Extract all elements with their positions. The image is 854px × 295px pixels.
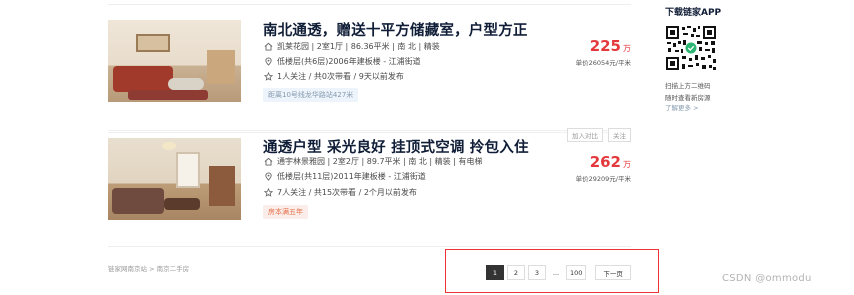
watermark: CSDN @ommodu [722, 273, 812, 284]
community-text[interactable]: 凯莱花园 | 2室1厅 | 86.36平米 | 南 北 | 精装 [277, 41, 440, 52]
follow-text: 1人关注 / 共0次带看 / 9天以前发布 [277, 72, 404, 81]
listing-photo[interactable] [108, 138, 241, 220]
follow-text: 7人关注 / 共15次带看 / 2个月以前发布 [277, 188, 417, 197]
qr-hint-text-2: 随时查看新房源 [665, 94, 711, 102]
listing-title[interactable]: 南北通透，赠送十平方储藏室，户型方正 [263, 19, 528, 40]
star-icon [263, 188, 273, 198]
location-icon [263, 57, 273, 67]
community-line: 通宇林景雅园 | 2室2厅 | 89.7平米 | 南 北 | 精装 | 有电梯 [263, 156, 482, 167]
subway-tag: 距离10号线龙华路站427米 [263, 88, 359, 102]
top-divider [108, 4, 631, 5]
unit-price: 单价29209元/平米 [575, 175, 631, 183]
tax-tag: 房本满五年 [263, 205, 308, 219]
breadcrumb[interactable]: 链家网南京站 > 南京二手房 [108, 263, 189, 273]
home-icon [263, 42, 273, 52]
listing-actions: 加入对比 关注 [567, 128, 631, 142]
qr-code-icon [665, 25, 717, 71]
page-3-button[interactable]: 3 [528, 265, 546, 280]
community-line: 凯莱花园 | 2室1厅 | 86.36平米 | 南 北 | 精装 [263, 41, 440, 52]
next-page-button[interactable]: 下一页 [595, 265, 631, 280]
page-2-button[interactable]: 2 [507, 265, 525, 280]
listing-item: 加入对比 关注 通透户型 采光良好 挂顶式空调 拎包入住 通宇林景雅园 | 2室… [108, 128, 631, 235]
page-1-button[interactable]: 1 [486, 265, 504, 280]
floor-text[interactable]: 低楼层(共6层)2006年建板楼 - 江浦街道 [277, 56, 421, 67]
price-unit: 万 [623, 44, 631, 53]
floor-line: 低楼层(共11层)2011年建板楼 - 江浦街道 [263, 171, 426, 182]
follow-line: 7人关注 / 共15次带看 / 2个月以前发布 [263, 187, 417, 198]
listing-title[interactable]: 通透户型 采光良好 挂顶式空调 拎包入住 [263, 136, 529, 157]
location-icon [263, 172, 273, 182]
app-download-title: 下载链家APP [665, 8, 722, 18]
follow-line: 1人关注 / 共0次带看 / 9天以前发布 [263, 71, 404, 82]
page-ellipsis: ... [549, 265, 563, 280]
total-price: 262 万 [590, 152, 631, 171]
bottom-divider [108, 246, 631, 247]
page-last-button[interactable]: 100 [566, 265, 587, 280]
price-unit: 万 [623, 160, 631, 169]
home-icon [263, 157, 273, 167]
price-value: 225 [589, 37, 621, 55]
listing-item: 南北通透，赠送十平方储藏室，户型方正 凯莱花园 | 2室1厅 | 86.36平米… [108, 18, 631, 131]
floor-text[interactable]: 低楼层(共11层)2011年建板楼 - 江浦街道 [277, 171, 426, 182]
pagination: 1 2 3 ... 100 下一页 [486, 265, 634, 280]
total-price: 225 万 [590, 36, 631, 55]
price-value: 262 [589, 153, 621, 171]
community-text[interactable]: 通宇林景雅园 | 2室2厅 | 89.7平米 | 南 北 | 精装 | 有电梯 [277, 156, 482, 167]
listing-photo[interactable] [108, 20, 241, 102]
floor-line: 低楼层(共6层)2006年建板楼 - 江浦街道 [263, 56, 421, 67]
unit-price: 单价26054元/平米 [575, 59, 631, 67]
follow-button[interactable]: 关注 [608, 128, 631, 142]
qr-hint-text: 扫描上方二维码 [665, 82, 711, 90]
add-compare-button[interactable]: 加入对比 [567, 128, 603, 142]
star-icon [263, 72, 273, 82]
learn-more-link[interactable]: 了解更多 > [665, 102, 699, 112]
